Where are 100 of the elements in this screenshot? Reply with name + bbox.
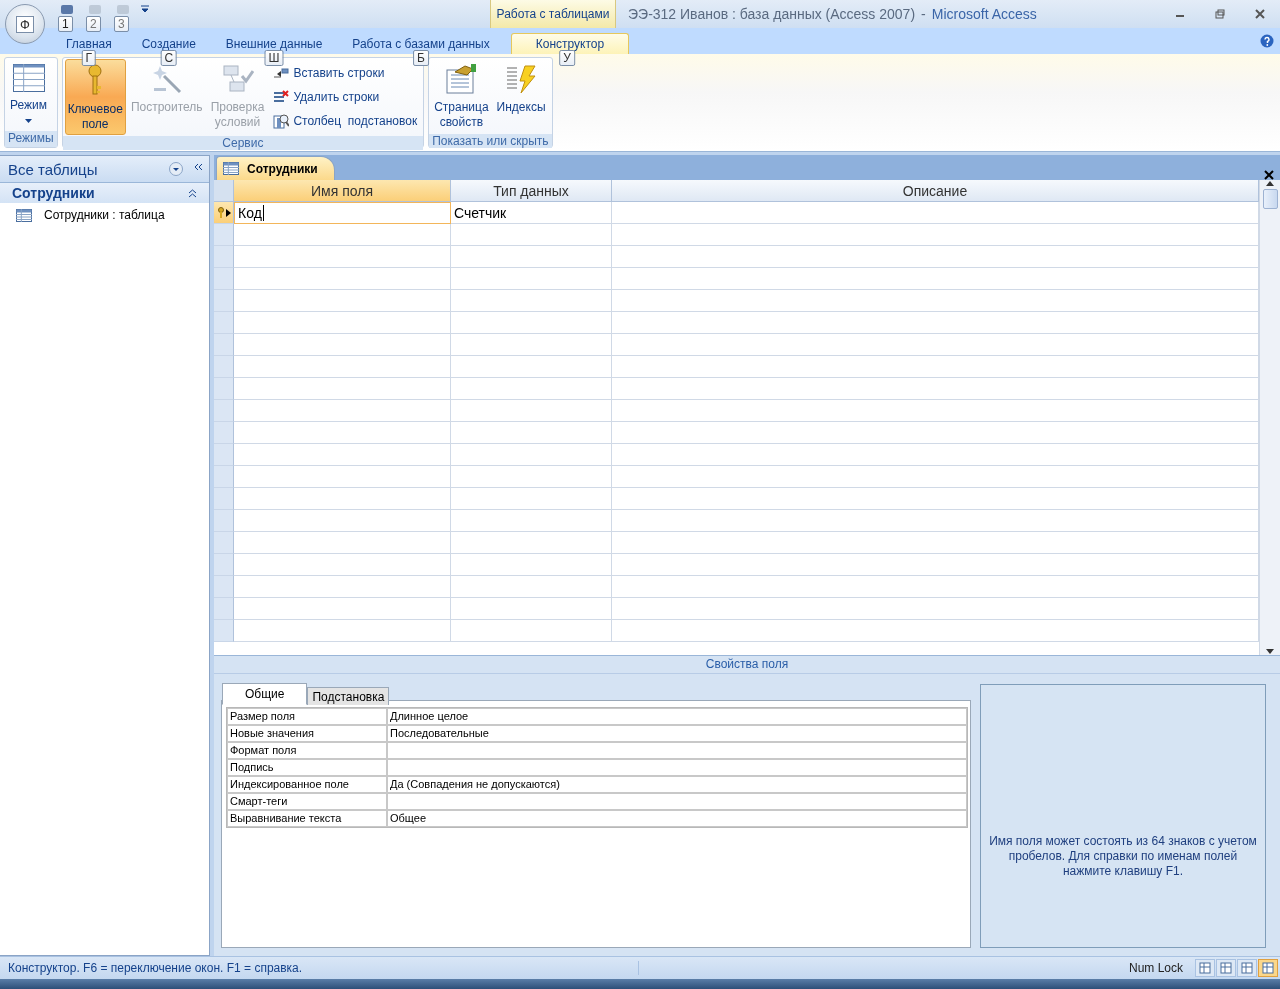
- key-tip: У: [559, 50, 575, 66]
- table-cell[interactable]: [234, 400, 451, 422]
- ribbon-button[interactable]: Режим: [7, 59, 50, 130]
- table-cell[interactable]: [451, 488, 612, 510]
- close-icon: [1255, 9, 1265, 19]
- property-value[interactable]: [387, 759, 967, 776]
- property-label: Индексированное поле: [227, 776, 387, 793]
- ribbon-button[interactable]: Вставить строки: [273, 65, 418, 81]
- table-cell[interactable]: [451, 400, 612, 422]
- table-cell[interactable]: [234, 378, 451, 400]
- table-cell[interactable]: [451, 224, 612, 246]
- table-cell[interactable]: [234, 224, 451, 246]
- table-cell[interactable]: [451, 334, 612, 356]
- scrollbar[interactable]: [1259, 180, 1280, 655]
- table-cell[interactable]: Счетчик: [451, 202, 612, 224]
- property-label: Смарт-теги: [227, 793, 387, 810]
- lightning-icon: [505, 64, 538, 94]
- table-cell[interactable]: [451, 598, 612, 620]
- table-cell[interactable]: [234, 268, 451, 290]
- key-tip: 2: [86, 16, 101, 32]
- table-cell[interactable]: [451, 444, 612, 466]
- table-cell[interactable]: [234, 466, 451, 488]
- table-cell[interactable]: [451, 356, 612, 378]
- help-icon: [1260, 34, 1274, 48]
- table-cell[interactable]: [612, 268, 1259, 290]
- table-cell[interactable]: [234, 356, 451, 378]
- table-cell[interactable]: [612, 510, 1259, 532]
- table-cell[interactable]: [234, 576, 451, 598]
- table-cell[interactable]: [234, 532, 451, 554]
- ribbon-tab[interactable]: Конструктор: [510, 33, 630, 54]
- arrow-icon: [225, 208, 231, 217]
- table-cell[interactable]: [234, 422, 451, 444]
- table-cell[interactable]: [234, 334, 451, 356]
- nav-item[interactable]: Сотрудники : таблица: [0, 203, 209, 227]
- column-header[interactable]: Описание: [612, 180, 1259, 202]
- table-cell[interactable]: [612, 202, 1259, 224]
- table-cell[interactable]: [612, 290, 1259, 312]
- table-cell[interactable]: [234, 488, 451, 510]
- table-icon: [223, 162, 239, 175]
- ribbon-button[interactable]: Удалить строки: [273, 89, 418, 105]
- property-value[interactable]: [387, 742, 967, 759]
- table-cell[interactable]: [612, 444, 1259, 466]
- ribbon-button[interactable]: Страница свойств: [431, 59, 492, 133]
- view-button[interactable]: [1258, 959, 1278, 977]
- table-cell[interactable]: [234, 312, 451, 334]
- table-cell[interactable]: [234, 290, 451, 312]
- table-cell[interactable]: [612, 532, 1259, 554]
- property-tab[interactable]: Подстановка: [307, 687, 390, 705]
- table-cell[interactable]: [451, 290, 612, 312]
- nav-group-header[interactable]: Сотрудники: [0, 183, 209, 203]
- table-cell[interactable]: [612, 356, 1259, 378]
- chevron-icon: [188, 188, 197, 198]
- row-selector[interactable]: [214, 202, 234, 224]
- property-value[interactable]: Последовательные: [387, 725, 967, 742]
- table-cell[interactable]: [451, 554, 612, 576]
- column-header[interactable]: Имя поля: [234, 180, 451, 202]
- view-button[interactable]: [1195, 959, 1215, 977]
- table-cell[interactable]: [612, 312, 1259, 334]
- property-value[interactable]: Длинное целое: [387, 708, 967, 725]
- view-button[interactable]: [1216, 959, 1236, 977]
- table-cell[interactable]: [234, 510, 451, 532]
- table-cell[interactable]: [612, 598, 1259, 620]
- table-cell[interactable]: Код: [234, 202, 451, 224]
- property-tab[interactable]: Общие: [222, 683, 308, 705]
- table-cell[interactable]: [612, 488, 1259, 510]
- scroll-thumb[interactable]: [1262, 189, 1278, 209]
- property-value[interactable]: Да (Совпадения не допускаются): [387, 776, 967, 793]
- table-cell[interactable]: [612, 554, 1259, 576]
- view-button[interactable]: [1237, 959, 1257, 977]
- table-cell[interactable]: [234, 444, 451, 466]
- ribbon-button[interactable]: Индексы: [493, 59, 549, 133]
- property-value[interactable]: Общее: [387, 810, 967, 827]
- table-cell[interactable]: [451, 510, 612, 532]
- table-cell[interactable]: [612, 378, 1259, 400]
- table-cell[interactable]: [451, 422, 612, 444]
- table-cell[interactable]: [451, 378, 612, 400]
- table-cell[interactable]: [612, 334, 1259, 356]
- table-cell[interactable]: [234, 554, 451, 576]
- table-cell[interactable]: [612, 246, 1259, 268]
- table-cell[interactable]: [612, 576, 1259, 598]
- table-cell[interactable]: [612, 620, 1259, 642]
- column-header[interactable]: Тип данных: [451, 180, 612, 202]
- table-cell[interactable]: [451, 576, 612, 598]
- table-cell[interactable]: [234, 620, 451, 642]
- table-cell[interactable]: [612, 466, 1259, 488]
- table-cell[interactable]: [612, 422, 1259, 444]
- table-cell[interactable]: [612, 400, 1259, 422]
- table-cell[interactable]: [451, 532, 612, 554]
- table-cell[interactable]: [451, 246, 612, 268]
- table-cell[interactable]: [234, 246, 451, 268]
- table-cell[interactable]: [451, 312, 612, 334]
- table-cell[interactable]: [451, 466, 612, 488]
- table-cell[interactable]: [234, 598, 451, 620]
- document-tab[interactable]: Сотрудники: [216, 156, 335, 180]
- table-cell[interactable]: [612, 224, 1259, 246]
- ribbon-button[interactable]: Столбец подстановок: [273, 113, 418, 129]
- group-label: Режимы: [5, 131, 57, 147]
- table-cell[interactable]: [451, 268, 612, 290]
- property-value[interactable]: [387, 793, 967, 810]
- table-cell[interactable]: [451, 620, 612, 642]
